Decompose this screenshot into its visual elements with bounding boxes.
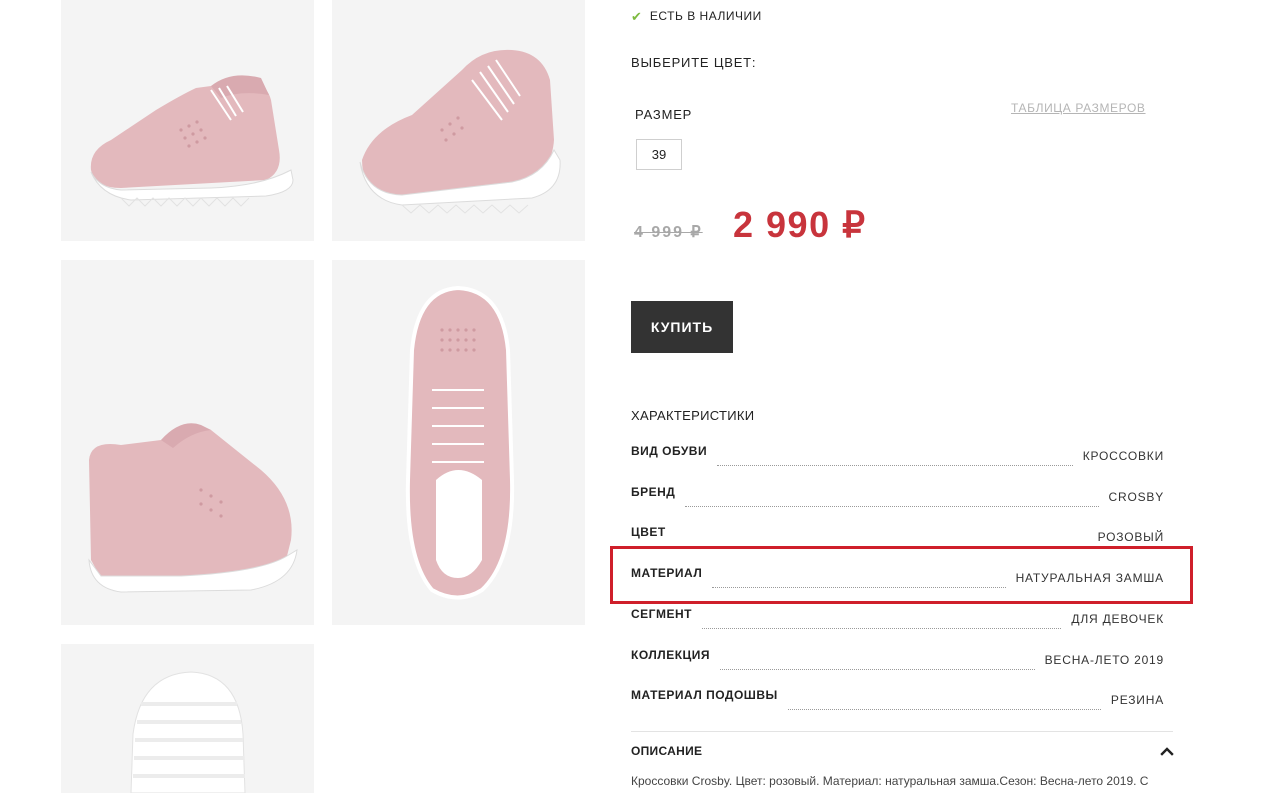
spec-value: КРОССОВКИ xyxy=(1082,449,1164,463)
spec-row-brand: БРЕНД CROSBY xyxy=(631,484,1164,507)
spec-name: ЦВЕТ xyxy=(631,525,666,539)
description-title[interactable]: ОПИСАНИЕ xyxy=(631,744,702,758)
spec-value: ВЕСНА-ЛЕТО 2019 xyxy=(1044,653,1164,667)
sneaker-back-image xyxy=(61,260,314,625)
spec-row-shoe-type: ВИД ОБУВИ КРОССОВКИ xyxy=(631,443,1164,466)
sneaker-angle-image xyxy=(332,0,585,241)
description-text: Кроссовки Crosby. Цвет: розовый. Материа… xyxy=(631,774,1149,788)
size-label: РАЗМЕР xyxy=(635,107,693,122)
spec-row-color: ЦВЕТ РОЗОВЫЙ xyxy=(631,524,1164,547)
choose-color-label: ВЫБЕРИТЕ ЦВЕТ: xyxy=(631,55,757,70)
divider xyxy=(631,731,1173,732)
product-photo-side-left[interactable] xyxy=(61,0,314,241)
spec-name: БРЕНД xyxy=(631,485,676,499)
spec-name: МАТЕРИАЛ ПОДОШВЫ xyxy=(631,688,778,702)
spec-leader-dots xyxy=(701,616,1062,629)
spec-row-material: МАТЕРИАЛ НАТУРАЛЬНАЯ ЗАМША xyxy=(631,565,1164,588)
buy-button[interactable]: КУПИТЬ xyxy=(631,301,733,353)
stock-label: ЕСТЬ В НАЛИЧИИ xyxy=(649,9,762,23)
spec-leader-dots xyxy=(720,657,1035,670)
sneaker-sole-image xyxy=(61,644,314,793)
spec-row-collection: КОЛЛЕКЦИЯ ВЕСНА-ЛЕТО 2019 xyxy=(631,647,1164,670)
spec-value: РОЗОВЫЙ xyxy=(1097,530,1164,544)
spec-leader-dots xyxy=(787,697,1101,710)
spec-leader-dots xyxy=(712,575,1006,588)
old-price: 4 999 ₽ xyxy=(634,224,703,241)
size-chart-link[interactable]: ТАБЛИЦА РАЗМЕРОВ xyxy=(1011,101,1146,115)
spec-name: КОЛЛЕКЦИЯ xyxy=(631,648,711,662)
spec-name: СЕГМЕНТ xyxy=(631,607,692,621)
sneaker-side-image xyxy=(61,0,314,241)
spec-value: РЕЗИНА xyxy=(1110,693,1164,707)
specs-heading: ХАРАКТЕРИСТИКИ xyxy=(631,408,755,423)
product-photo-back[interactable] xyxy=(61,260,314,625)
stock-status: ✔ ЕСТЬ В НАЛИЧИИ xyxy=(631,9,762,23)
spec-leader-dots xyxy=(717,453,1073,466)
spec-row-sole-material: МАТЕРИАЛ ПОДОШВЫ РЕЗИНА xyxy=(631,687,1164,710)
spec-value: НАТУРАЛЬНАЯ ЗАМША xyxy=(1015,571,1164,585)
product-photo-side-right[interactable] xyxy=(332,0,585,241)
spec-leader-dots xyxy=(685,494,1099,507)
spec-name: МАТЕРИАЛ xyxy=(631,566,703,580)
spec-name: ВИД ОБУВИ xyxy=(631,444,708,458)
current-price: 2 990 ₽ xyxy=(733,204,867,245)
spec-value: ДЛЯ ДЕВОЧЕК xyxy=(1071,612,1164,626)
spec-row-segment: СЕГМЕНТ ДЛЯ ДЕВОЧЕК xyxy=(631,606,1164,629)
sneaker-top-image xyxy=(332,260,585,625)
product-photo-sole[interactable] xyxy=(61,644,314,793)
check-icon: ✔ xyxy=(631,8,642,24)
product-photo-top[interactable] xyxy=(332,260,585,625)
spec-leader-dots xyxy=(675,534,1088,547)
spec-value: CROSBY xyxy=(1108,490,1164,504)
size-option-39[interactable]: 39 xyxy=(636,139,682,170)
chevron-up-icon[interactable] xyxy=(1160,744,1174,758)
